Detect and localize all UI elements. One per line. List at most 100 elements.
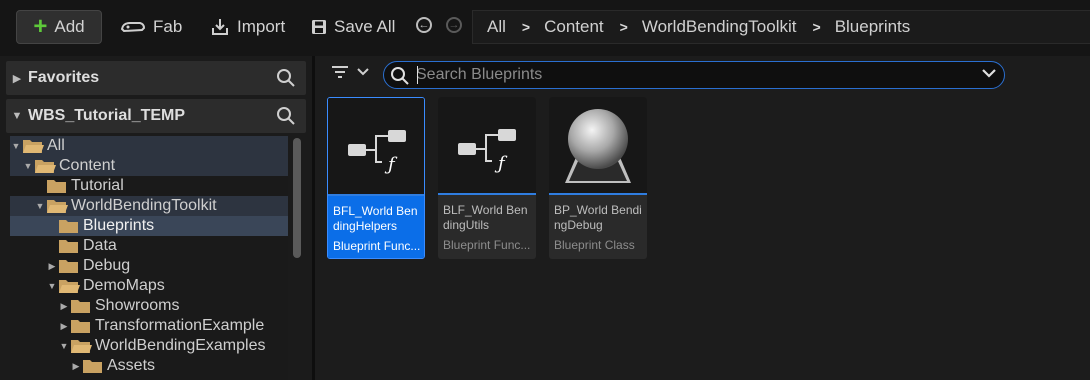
arrow-right-icon: →: [448, 18, 460, 31]
caret-right-icon[interactable]: ▶: [58, 321, 70, 332]
asset-thumbnail: ƒ: [438, 97, 536, 193]
chevron-right-icon[interactable]: >: [522, 19, 530, 35]
favorites-header[interactable]: ▶ Favorites: [6, 61, 306, 95]
folder-icon: [47, 180, 66, 193]
toolbar: + Add Fab Import Save All ← → All > Cont…: [0, 0, 1090, 56]
folder-icon: [59, 240, 78, 253]
asset-tile[interactable]: ƒ BFL_World BendingHelpers Blueprint Fun…: [327, 97, 425, 259]
breadcrumb-item-content[interactable]: Content: [544, 17, 604, 37]
asset-view: ƒ BFL_World BendingHelpers Blueprint Fun…: [315, 56, 1090, 380]
asset-type: Blueprint Func...: [443, 238, 531, 252]
tree-item-label: Debug: [83, 257, 131, 274]
forward-button[interactable]: →: [446, 17, 462, 33]
asset-type-strip: [549, 193, 647, 195]
function-library-icon: ƒ: [348, 130, 406, 175]
tree-item-label: All: [47, 137, 65, 154]
caret-down-icon[interactable]: ▼: [6, 110, 28, 122]
asset-tile[interactable]: BP_World BendingDebug Blueprint Class: [549, 97, 647, 259]
tree-item[interactable]: ▶ Assets: [10, 356, 288, 376]
search-icon[interactable]: [276, 68, 296, 88]
caret-right-icon[interactable]: ▶: [6, 72, 28, 85]
chevron-right-icon[interactable]: >: [813, 19, 821, 35]
text-cursor: [417, 66, 418, 84]
caret-down-icon[interactable]: ▼: [46, 281, 58, 291]
folder-icon: [71, 300, 90, 313]
filter-button[interactable]: [331, 64, 369, 80]
search-bar: [383, 61, 1005, 89]
folder-open-icon: [59, 280, 80, 293]
chevron-right-icon[interactable]: >: [620, 19, 628, 35]
tree-item[interactable]: Tutorial: [10, 176, 288, 196]
tree-item[interactable]: Data: [10, 236, 288, 256]
asset-thumbnail: ƒ: [328, 98, 424, 194]
folder-open-icon: [71, 340, 92, 353]
caret-down-icon[interactable]: ▼: [22, 161, 34, 171]
folder-icon: [59, 220, 78, 233]
search-input[interactable]: [416, 66, 956, 84]
tree-item[interactable]: Blueprints: [10, 216, 288, 236]
scrollbar-thumb[interactable]: [293, 138, 301, 258]
caret-right-icon[interactable]: ▶: [58, 301, 70, 312]
tree-item[interactable]: ▼ DemoMaps: [10, 276, 288, 296]
tree-item[interactable]: ▼ Content: [10, 156, 288, 176]
breadcrumb-item-worldbendingtoolkit[interactable]: WorldBendingToolkit: [642, 17, 797, 37]
asset-name: BLF_World BendingUtils: [443, 203, 528, 232]
tree-item-label: WorldBendingExamples: [95, 337, 266, 354]
arrow-left-icon: ←: [418, 18, 430, 31]
save-all-button[interactable]: Save All: [311, 10, 395, 44]
folder-open-icon: [23, 140, 44, 153]
caret-right-icon[interactable]: ▶: [46, 261, 58, 272]
fab-button-label: Fab: [153, 17, 183, 36]
sources-panel: ▶ Favorites ▼ WBS_Tutorial_TEMP ▼ All ▼ Con…: [0, 56, 312, 380]
import-icon: [212, 19, 228, 35]
function-library-icon: ƒ: [458, 129, 516, 174]
tree-scrollbar[interactable]: [292, 136, 302, 380]
sphere-icon: [565, 109, 631, 183]
import-button[interactable]: Import: [210, 10, 285, 44]
asset-thumbnail: [549, 97, 647, 193]
project-header[interactable]: ▼ WBS_Tutorial_TEMP: [6, 99, 306, 133]
search-icon: [391, 67, 409, 85]
caret-down-icon[interactable]: ▼: [10, 141, 22, 151]
tree-item-label: TransformationExample: [95, 317, 265, 334]
breadcrumb-item-all[interactable]: All: [487, 17, 506, 37]
tree-item-label: Data: [83, 237, 117, 254]
tree-item[interactable]: ▼ WorldBendingToolkit: [10, 196, 288, 216]
tree-item[interactable]: ▼ All: [10, 136, 288, 156]
tree-item[interactable]: ▶ Showrooms: [10, 296, 288, 316]
caret-down-icon[interactable]: ▼: [58, 341, 70, 351]
asset-type-strip: [328, 194, 424, 196]
tree-item-label: Tutorial: [71, 177, 124, 194]
save-all-button-label: Save All: [334, 17, 396, 36]
chevron-down-icon: [357, 68, 369, 76]
filter-icon: [332, 66, 348, 78]
caret-down-icon[interactable]: ▼: [34, 201, 46, 211]
folder-open-icon: [35, 160, 56, 173]
tree-item-label: WorldBendingToolkit: [71, 197, 217, 214]
plus-icon: +: [33, 13, 48, 40]
tree-item-label: DemoMaps: [83, 277, 165, 294]
chevron-down-icon[interactable]: [982, 68, 996, 78]
tree-item[interactable]: ▼ WorldBendingExamples: [10, 336, 288, 356]
tree-item[interactable]: ▶ Debug: [10, 256, 288, 276]
search-icon[interactable]: [276, 106, 296, 126]
fab-button[interactable]: Fab: [120, 10, 182, 44]
folder-tree: ▼ All ▼ Content Tutorial ▼ WorldBendingToolkit…: [10, 136, 288, 380]
fab-icon: [120, 22, 146, 33]
asset-name: BP_World BendingDebug: [554, 203, 642, 232]
caret-right-icon[interactable]: ▶: [70, 361, 82, 372]
breadcrumb-item-blueprints[interactable]: Blueprints: [835, 17, 911, 37]
asset-type: Blueprint Func...: [333, 239, 421, 253]
tree-item[interactable]: ▶ TransformationExample: [10, 316, 288, 336]
breadcrumb: All > Content > WorldBendingToolkit > Bl…: [472, 10, 1090, 44]
folder-icon: [59, 260, 78, 273]
asset-tile[interactable]: ƒ BLF_World BendingUtils Blueprint Func.…: [438, 97, 536, 259]
favorites-label: Favorites: [28, 69, 100, 86]
svg-text:ƒ: ƒ: [384, 154, 398, 175]
folder-icon: [71, 320, 90, 333]
project-label: WBS_Tutorial_TEMP: [28, 107, 186, 124]
asset-name: BFL_World BendingHelpers: [333, 204, 418, 233]
add-button-label: Add: [54, 17, 85, 36]
add-button[interactable]: + Add: [16, 10, 102, 44]
back-button[interactable]: ←: [416, 17, 432, 33]
